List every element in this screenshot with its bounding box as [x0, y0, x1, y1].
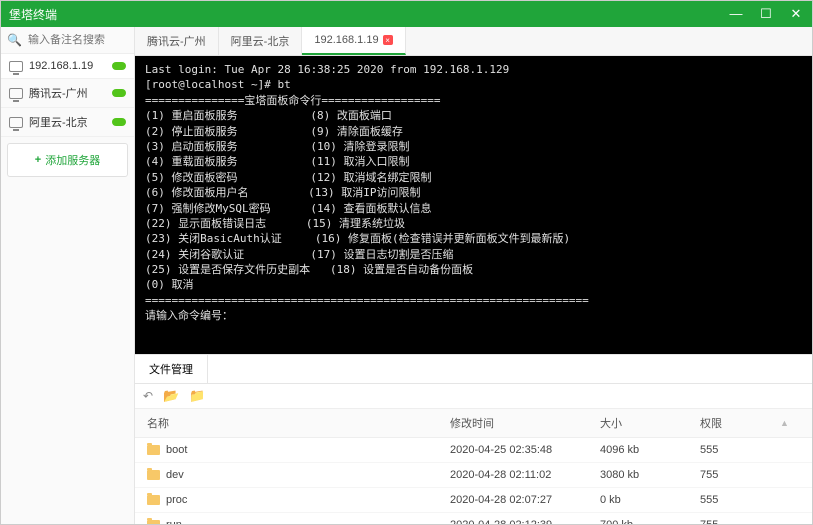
status-badge	[112, 62, 126, 70]
maximize-button[interactable]: ☐	[758, 6, 774, 22]
search-input[interactable]	[28, 34, 128, 46]
plus-icon: +	[35, 154, 41, 166]
folder-icon	[147, 495, 160, 505]
server-item[interactable]: 腾讯云-广州	[1, 79, 134, 108]
folder-icon	[147, 520, 160, 524]
folder-open-icon[interactable]: 📂	[163, 388, 179, 404]
minimize-button[interactable]: —	[728, 6, 744, 22]
table-row[interactable]: dev 2020-04-28 02:11:02 3080 kb 755	[135, 463, 812, 488]
file-name: run	[166, 519, 182, 524]
file-size: 4096 kb	[600, 444, 700, 456]
file-mtime: 2020-04-28 02:11:02	[450, 469, 600, 481]
tab-label: 阿里云-北京	[231, 33, 290, 49]
fm-toolbar: ↶ 📂 📁	[135, 384, 812, 409]
file-size: 0 kb	[600, 494, 700, 506]
main-area: 腾讯云-广州 阿里云-北京 192.168.1.19 × Last login: Tu…	[135, 27, 812, 524]
monitor-icon	[9, 88, 23, 99]
scroll-up-icon[interactable]: ▲	[780, 418, 800, 428]
sidebar: 🔍 192.168.1.19 腾讯云-广州 阿里云-北京 + 添加服务器	[1, 27, 135, 524]
status-badge	[112, 118, 126, 126]
server-item[interactable]: 192.168.1.19	[1, 54, 134, 79]
folder-refresh-icon[interactable]: 📁	[189, 388, 205, 404]
col-size: 大小	[600, 415, 700, 431]
file-size: 700 kb	[600, 519, 700, 524]
file-manager: 文件管理 ↶ 📂 📁 名称 修改时间 大小 权限 ▲ boot 2020	[135, 354, 812, 524]
file-perm: 755	[700, 469, 780, 481]
file-name: proc	[166, 494, 187, 506]
file-perm: 555	[700, 494, 780, 506]
file-perm: 555	[700, 444, 780, 456]
table-row[interactable]: boot 2020-04-25 02:35:48 4096 kb 555	[135, 438, 812, 463]
server-name: 192.168.1.19	[29, 60, 106, 72]
col-name: 名称	[147, 415, 450, 431]
col-perm: 权限	[700, 415, 780, 431]
window-title: 堡塔终端	[9, 6, 728, 23]
fm-table: 名称 修改时间 大小 权限 ▲ boot 2020-04-25 02:35:48…	[135, 409, 812, 524]
fm-tabs: 文件管理	[135, 355, 812, 384]
file-size: 3080 kb	[600, 469, 700, 481]
add-server-button[interactable]: + 添加服务器	[7, 143, 128, 177]
monitor-icon	[9, 117, 23, 128]
col-mtime: 修改时间	[450, 415, 600, 431]
status-badge	[112, 89, 126, 97]
file-perm: 755	[700, 519, 780, 524]
terminal-output[interactable]: Last login: Tue Apr 28 16:38:25 2020 fro…	[135, 56, 812, 354]
server-name: 腾讯云-广州	[29, 85, 106, 101]
folder-icon	[147, 445, 160, 455]
close-button[interactable]: ✕	[788, 6, 804, 22]
file-name: dev	[166, 469, 184, 481]
titlebar: 堡塔终端 — ☐ ✕	[1, 1, 812, 27]
tab[interactable]: 阿里云-北京	[219, 27, 303, 55]
monitor-icon	[9, 61, 23, 72]
fm-header: 名称 修改时间 大小 权限 ▲	[135, 409, 812, 438]
file-name: boot	[166, 444, 187, 456]
fm-tab-files[interactable]: 文件管理	[135, 355, 208, 383]
server-item[interactable]: 阿里云-北京	[1, 108, 134, 137]
tab-label: 腾讯云-广州	[147, 33, 206, 49]
file-mtime: 2020-04-28 02:07:27	[450, 494, 600, 506]
close-icon[interactable]: ×	[383, 35, 393, 45]
undo-icon[interactable]: ↶	[143, 389, 153, 403]
table-row[interactable]: run 2020-04-28 02:12:39 700 kb 755	[135, 513, 812, 524]
file-mtime: 2020-04-25 02:35:48	[450, 444, 600, 456]
tab[interactable]: 192.168.1.19 ×	[302, 27, 405, 55]
file-mtime: 2020-04-28 02:12:39	[450, 519, 600, 524]
tab-label: 192.168.1.19	[314, 34, 378, 46]
table-row[interactable]: proc 2020-04-28 02:07:27 0 kb 555	[135, 488, 812, 513]
server-name: 阿里云-北京	[29, 114, 106, 130]
search-row: 🔍	[1, 27, 134, 54]
search-icon: 🔍	[7, 33, 22, 47]
tab[interactable]: 腾讯云-广州	[135, 27, 219, 55]
window-controls: — ☐ ✕	[728, 6, 804, 22]
folder-icon	[147, 470, 160, 480]
tabs: 腾讯云-广州 阿里云-北京 192.168.1.19 ×	[135, 27, 812, 56]
add-server-label: 添加服务器	[45, 152, 100, 168]
